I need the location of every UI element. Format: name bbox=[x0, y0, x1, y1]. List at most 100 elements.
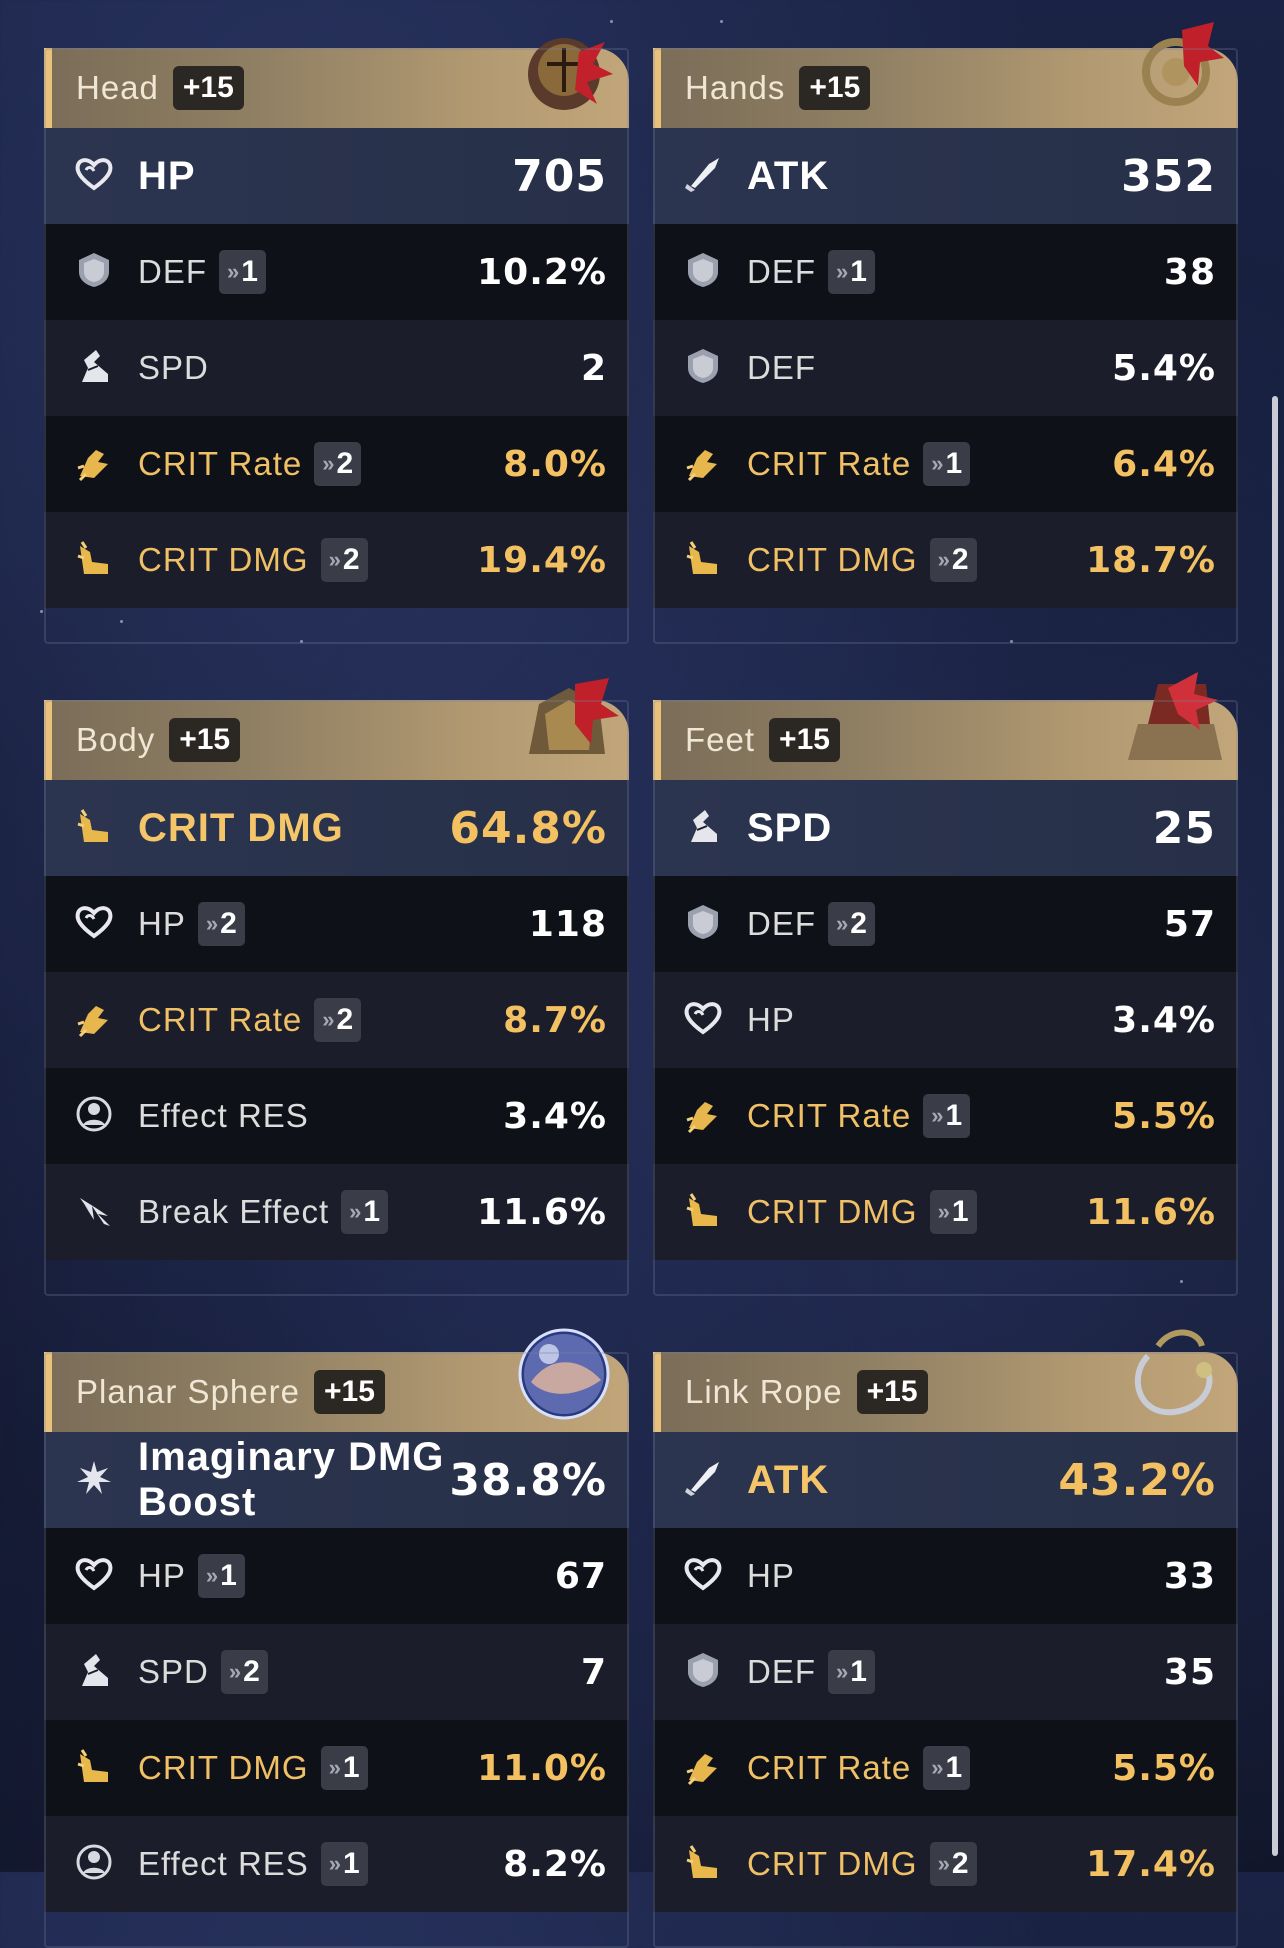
relic-card-hands[interactable]: Hands +15 ATK 352 DEF» 1 38 DEF 5.4% CRIT Rate»… bbox=[653, 14, 1238, 644]
relic-grid: Head +15 HP 705 DEF» 1 10.2% SPD 2 CRIT Rate» 2 8… bbox=[44, 14, 1244, 1948]
level-badge: +15 bbox=[799, 66, 871, 110]
main-stat-row: ATK 43.2% bbox=[653, 1432, 1238, 1528]
roll-count: 2 bbox=[951, 543, 969, 576]
sub-stat-name: CRIT DMG bbox=[138, 541, 309, 578]
slot-name: Body bbox=[76, 721, 156, 758]
main-stat-row: SPD 25 bbox=[653, 780, 1238, 876]
roll-count-badge: » 1 bbox=[320, 1842, 368, 1886]
card-header: Head +15 bbox=[44, 38, 629, 128]
roll-count: 1 bbox=[945, 447, 963, 480]
roll-count: 2 bbox=[951, 1847, 969, 1880]
scrollbar[interactable] bbox=[1272, 396, 1278, 1856]
sub-stat-value: 8.2% bbox=[503, 1843, 607, 1885]
sub-stat-name: DEF bbox=[747, 1653, 816, 1690]
roll-count-badge: » 1 bbox=[828, 1650, 875, 1694]
roll-count-badge: » 1 bbox=[929, 1190, 977, 1234]
main-stat-row: CRIT DMG 64.8% bbox=[44, 780, 629, 876]
sub-stat-value: 19.4% bbox=[477, 539, 607, 581]
sub-stat-value: 5.5% bbox=[1112, 1095, 1216, 1137]
slot-name: Hands bbox=[685, 69, 786, 106]
roll-count: 2 bbox=[336, 447, 354, 480]
shield-icon bbox=[683, 250, 747, 294]
sub-stat-row: Break Effect » 1 11.6% bbox=[44, 1164, 629, 1260]
roll-chevron-icon: » bbox=[836, 1659, 848, 1684]
main-stat-value: 352 bbox=[1121, 150, 1216, 202]
main-stat-name: HP bbox=[138, 153, 196, 198]
main-stat-row: HP 705 bbox=[44, 128, 629, 224]
roll-count: 2 bbox=[342, 543, 360, 576]
sub-stat-name: CRIT DMG bbox=[747, 541, 918, 578]
sub-stat-row: HP 3.4% bbox=[653, 972, 1238, 1068]
sub-stat-row: DEF » 1 38 bbox=[653, 224, 1238, 320]
sub-stat-value: 5.5% bbox=[1112, 1747, 1216, 1789]
sub-stat-value: 11.0% bbox=[477, 1747, 607, 1789]
sub-stat-value: 8.0% bbox=[503, 443, 607, 485]
sub-stat-value: 11.6% bbox=[477, 1191, 607, 1233]
sub-stat-row: Effect RES » 1 8.2% bbox=[44, 1816, 629, 1912]
sub-stat-value: 118 bbox=[528, 903, 607, 945]
crit-rate-icon bbox=[683, 1746, 747, 1790]
sub-stat-name: SPD bbox=[138, 349, 209, 386]
sub-stat-value: 5.4% bbox=[1112, 347, 1216, 389]
crit-dmg-icon bbox=[74, 1746, 138, 1790]
roll-chevron-icon: » bbox=[931, 1103, 943, 1128]
roll-count: 1 bbox=[342, 1751, 360, 1784]
sub-stat-row: CRIT DMG » 2 18.7% bbox=[653, 512, 1238, 608]
crit-rate-icon bbox=[683, 442, 747, 486]
shield-icon bbox=[74, 250, 138, 294]
break-effect-icon bbox=[74, 1190, 138, 1234]
sub-stat-value: 57 bbox=[1163, 903, 1216, 945]
sub-stat-row: CRIT Rate » 1 5.5% bbox=[653, 1720, 1238, 1816]
relic-card-link-rope[interactable]: Link Rope +15 ATK 43.2% HP 33 DEF» 1 35 CRIT Ra… bbox=[653, 1318, 1238, 1948]
main-stat-value: 705 bbox=[512, 150, 607, 202]
sub-stat-row: CRIT DMG » 2 17.4% bbox=[653, 1816, 1238, 1912]
card-header: Body +15 bbox=[44, 678, 629, 780]
roll-count-badge: » 1 bbox=[923, 442, 971, 486]
roll-count: 1 bbox=[220, 1559, 237, 1592]
card-header: Link Rope +15 bbox=[653, 1329, 1238, 1432]
roll-count: 1 bbox=[951, 1195, 969, 1228]
roll-chevron-icon: » bbox=[931, 451, 943, 476]
sub-stat-name: CRIT DMG bbox=[138, 1749, 309, 1786]
roll-count: 2 bbox=[850, 907, 867, 940]
roll-chevron-icon: » bbox=[328, 1851, 341, 1876]
relic-card-body[interactable]: Body +15 CRIT DMG 64.8% HP» 2 118 CRIT Rate» 2… bbox=[44, 666, 629, 1296]
heart-icon bbox=[74, 1554, 138, 1598]
sub-stat-name: HP bbox=[138, 905, 186, 942]
sub-stat-row: CRIT DMG » 1 11.6% bbox=[653, 1164, 1238, 1260]
roll-count: 1 bbox=[241, 255, 258, 288]
sub-stat-row: CRIT Rate » 1 6.4% bbox=[653, 416, 1238, 512]
sub-stat-name: Break Effect bbox=[138, 1193, 330, 1230]
main-stat-name: SPD bbox=[747, 805, 833, 850]
sub-stat-row: SPD 2 bbox=[44, 320, 629, 416]
roll-count-badge: » 2 bbox=[220, 1650, 268, 1694]
roll-chevron-icon: » bbox=[328, 547, 341, 572]
relic-card-planar-sphere[interactable]: Planar Sphere +15 Imaginary DMG Boost 38.… bbox=[44, 1318, 629, 1948]
roll-count: 1 bbox=[945, 1751, 963, 1784]
roll-count-badge: » 1 bbox=[923, 1746, 971, 1790]
roll-count: 1 bbox=[945, 1099, 963, 1132]
roll-count-badge: » 1 bbox=[197, 1554, 245, 1598]
roll-count-badge: » 2 bbox=[929, 538, 977, 582]
heart-icon bbox=[74, 154, 138, 198]
slot-name: Planar Sphere bbox=[76, 1373, 300, 1410]
sub-stat-row: DEF » 1 35 bbox=[653, 1624, 1238, 1720]
crit-rate-icon bbox=[74, 442, 138, 486]
heart-icon bbox=[683, 998, 747, 1042]
sub-stat-name: CRIT DMG bbox=[747, 1845, 918, 1882]
roll-chevron-icon: » bbox=[349, 1199, 361, 1224]
sub-stat-value: 18.7% bbox=[1086, 539, 1216, 581]
sub-stat-value: 33 bbox=[1163, 1555, 1216, 1597]
relic-card-head[interactable]: Head +15 HP 705 DEF» 1 10.2% SPD 2 CRIT Rate» 2 8… bbox=[44, 14, 629, 644]
link-rope-icon bbox=[1134, 1329, 1213, 1416]
sub-stat-value: 10.2% bbox=[477, 251, 607, 293]
roll-count-badge: » 1 bbox=[320, 1746, 368, 1790]
sub-stat-name: HP bbox=[747, 1557, 795, 1594]
relic-card-feet[interactable]: Feet +15 SPD 25 DEF» 2 57 HP 3.4% CRIT Rate» 1 5.… bbox=[653, 666, 1238, 1296]
sub-stat-name: DEF bbox=[747, 905, 816, 942]
slot-name: Link Rope bbox=[685, 1373, 843, 1410]
main-stat-value: 43.2% bbox=[1058, 1454, 1216, 1506]
head-relic-icon bbox=[528, 38, 613, 110]
star-decoration bbox=[40, 610, 43, 613]
sub-stat-row: DEF 5.4% bbox=[653, 320, 1238, 416]
